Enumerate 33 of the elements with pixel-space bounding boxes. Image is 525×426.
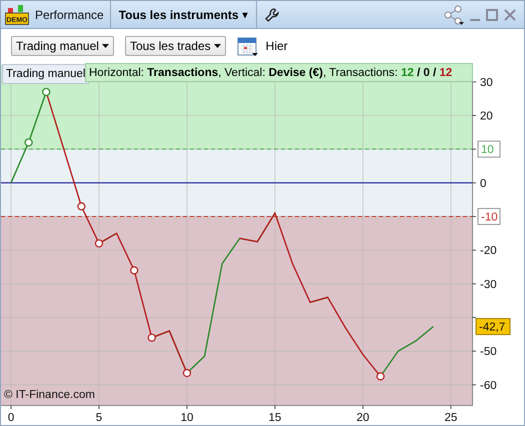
ref-line-label: -10 — [481, 211, 498, 224]
y-axis-label: -50 — [480, 346, 497, 358]
x-axis-label: 5 — [96, 412, 102, 424]
calendar-icon[interactable] — [236, 35, 259, 57]
ref-line-label: 10 — [481, 144, 494, 156]
y-axis-label: -60 — [480, 380, 497, 392]
instruments-tab[interactable]: Tous les instruments ▾ — [110, 1, 257, 28]
threshold-label: -10 — [478, 208, 500, 225]
y-axis-label: 30 — [480, 76, 493, 89]
x-axis-label: 0 — [8, 412, 14, 424]
y-axis-label: -20 — [480, 245, 497, 258]
y-axis-label: 0 — [480, 178, 486, 190]
legend-tab[interactable]: Trading manuel — [2, 64, 90, 84]
last-value-label: -42,7 — [476, 318, 510, 336]
x-axis-label: 25 — [444, 412, 458, 424]
y-axis-label: 20 — [480, 110, 493, 122]
window-title: Performance — [35, 8, 104, 22]
filter-dropdown[interactable]: Tous les trades — [124, 36, 226, 56]
close-icon[interactable] — [504, 8, 516, 20]
date-label: Hier — [266, 39, 288, 53]
y-axis-label: -30 — [480, 278, 497, 291]
chart-info-text: Horizontal: Transactions, Vertical: Devise (€), Transactions: 12 / 0 / 12 — [89, 66, 452, 78]
caret-icon — [214, 44, 221, 48]
x-axis-label: 15 — [268, 412, 282, 424]
share-icon[interactable] — [444, 4, 464, 24]
x-axis-label: 10 — [180, 412, 194, 424]
wrench-icon[interactable] — [264, 8, 279, 22]
maximize-icon[interactable] — [486, 8, 498, 20]
x-axis-label: 20 — [356, 412, 370, 424]
filter-dropdown[interactable]: Trading manuel — [11, 36, 114, 56]
copyright-text: © IT-Finance.com — [4, 389, 95, 401]
threshold-label: 10 — [478, 140, 500, 158]
caret-icon — [102, 44, 109, 48]
